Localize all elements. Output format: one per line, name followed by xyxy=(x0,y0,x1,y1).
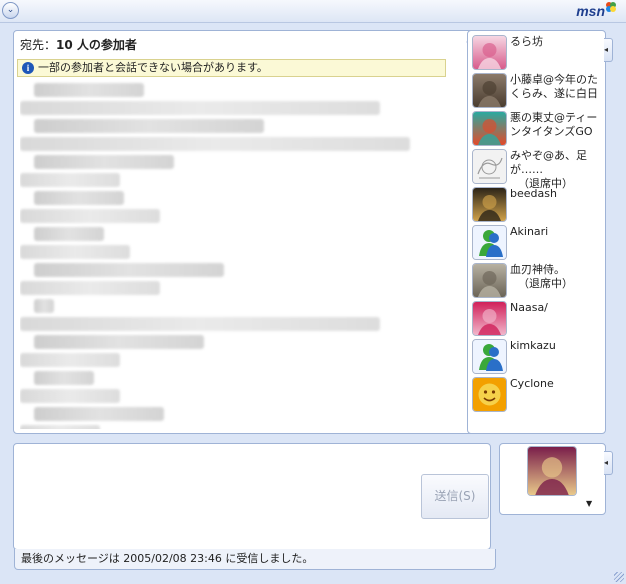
message-line xyxy=(34,155,174,169)
participant-name: beedash xyxy=(510,187,606,201)
participant-name-text: Naasa/ xyxy=(510,301,548,314)
anime-pink-art-icon[interactable] xyxy=(472,301,507,336)
sun-face-icon[interactable] xyxy=(472,377,507,412)
to-field: 宛先：10 人の参加者 xyxy=(20,36,137,53)
participant-item[interactable]: Naasa/ xyxy=(472,301,605,337)
participant-name-text: Cyclone xyxy=(510,377,554,390)
participant-name-text: kimkazu xyxy=(510,339,556,352)
info-icon: i xyxy=(22,62,34,74)
participant-name: kimkazu xyxy=(510,339,606,353)
message-line xyxy=(20,245,130,259)
participant-name: 小藤卓@今年のたくらみ、遂に白日 xyxy=(510,73,606,101)
participant-name-text: 血刃神侍。 xyxy=(510,263,565,276)
participant-item[interactable]: Cyclone xyxy=(472,377,605,413)
participant-item[interactable]: kimkazu xyxy=(472,339,605,375)
cartoon-character-icon[interactable] xyxy=(472,111,507,146)
sketch-drawing-icon[interactable] xyxy=(472,149,507,184)
to-label: 宛先： xyxy=(20,38,57,52)
message-line xyxy=(20,281,160,295)
message-line xyxy=(20,209,160,223)
participant-name-text: みやぞ@あ、足が…… xyxy=(510,149,587,176)
participant-item[interactable]: Akinari xyxy=(472,225,605,261)
participant-item[interactable]: るら坊 xyxy=(472,35,605,71)
message-history[interactable] xyxy=(20,79,440,429)
anime-girl-pink-hair-icon[interactable] xyxy=(472,35,507,70)
participant-name: Naasa/ xyxy=(510,301,606,315)
participant-name: 血刃神侍。 （退席中） xyxy=(510,263,606,291)
message-line xyxy=(34,83,144,97)
participant-item[interactable]: みやぞ@あ、足が…… （退席中） xyxy=(472,149,605,190)
collapse-picture-button[interactable]: ◂ xyxy=(604,451,613,475)
participant-name-text: 小藤卓@今年のたくらみ、遂に白日 xyxy=(510,73,598,100)
message-line xyxy=(34,263,224,277)
title-bar: ⌄ msn xyxy=(0,0,626,23)
message-line xyxy=(34,227,104,241)
participant-name: みやぞ@あ、足が…… （退席中） xyxy=(510,149,606,191)
butterfly-icon xyxy=(606,2,616,12)
resize-grip[interactable] xyxy=(614,572,624,582)
send-button[interactable]: 送信(S) xyxy=(421,474,489,519)
chevron-down-icon: ⌄ xyxy=(6,5,15,15)
message-line xyxy=(20,173,120,187)
msn-buddy-icon[interactable] xyxy=(472,339,507,374)
msn-buddy-icon[interactable] xyxy=(472,225,507,260)
conversation-panel: 宛先：10 人の参加者 i一部の参加者と会話できない場合があります。 ▲ ▼ xyxy=(13,30,491,434)
message-line xyxy=(34,299,54,313)
my-avatar[interactable] xyxy=(527,446,577,496)
message-line xyxy=(20,317,380,331)
message-line xyxy=(34,335,204,349)
chevron-left-icon: ◂ xyxy=(604,45,609,54)
participant-name-text: るら坊 xyxy=(510,35,543,48)
to-value[interactable]: 10 人の参加者 xyxy=(56,38,137,52)
message-line xyxy=(20,425,100,429)
photo-scene-icon[interactable] xyxy=(472,73,507,108)
message-line xyxy=(34,407,164,421)
pharaoh-mask-icon[interactable] xyxy=(472,187,507,222)
message-line xyxy=(20,101,380,115)
message-line xyxy=(20,389,120,403)
message-input-area[interactable]: 送信(S) xyxy=(13,443,491,550)
participant-name: Akinari xyxy=(510,225,606,239)
participant-name: Cyclone xyxy=(510,377,606,391)
my-display-picture-panel: ▼ xyxy=(499,443,606,515)
participant-item[interactable]: 悪の東丈@ティーンタイタンズGO xyxy=(472,111,605,147)
chevron-down-icon[interactable]: ▼ xyxy=(586,499,592,508)
participant-item[interactable]: 小藤卓@今年のたくらみ、遂に白日 xyxy=(472,73,605,109)
status-text: 最後のメッセージは 2005/02/08 23:46 に受信しました。 xyxy=(21,552,314,565)
chevron-left-icon: ◂ xyxy=(604,458,609,467)
participant-name-text: 悪の東丈@ティーンタイタンズGO xyxy=(510,111,598,138)
message-line xyxy=(34,119,264,133)
participants-panel: るら坊小藤卓@今年のたくらみ、遂に白日 悪の東丈@ティーンタイタンズGO みやぞ@あ… xyxy=(467,30,606,434)
participant-item[interactable]: beedash xyxy=(472,187,605,223)
warning-banner: i 一部の参加者と会話できない場合があります。 xyxy=(17,59,446,77)
participant-name-text: Akinari xyxy=(510,225,549,238)
window-menu-button[interactable]: ⌄ xyxy=(2,2,19,19)
message-line xyxy=(34,191,124,205)
participant-status: （退席中） xyxy=(518,277,573,290)
message-line xyxy=(20,353,120,367)
status-bar: 最後のメッセージは 2005/02/08 23:46 に受信しました。 xyxy=(14,549,496,570)
participant-item[interactable]: 血刃神侍。 （退席中） xyxy=(472,263,605,299)
participant-name-text: beedash xyxy=(510,187,557,200)
participant-name: 悪の東丈@ティーンタイタンズGO xyxy=(510,111,606,139)
msn-logo: msn xyxy=(576,2,616,19)
message-line xyxy=(20,137,410,151)
collapse-participants-button[interactable]: ◂ xyxy=(604,38,613,62)
cat-photo-icon[interactable] xyxy=(472,263,507,298)
participant-name: るら坊 xyxy=(510,35,606,49)
message-line xyxy=(34,371,94,385)
warning-text: 一部の参加者と会話できない場合があります。 xyxy=(38,61,268,74)
